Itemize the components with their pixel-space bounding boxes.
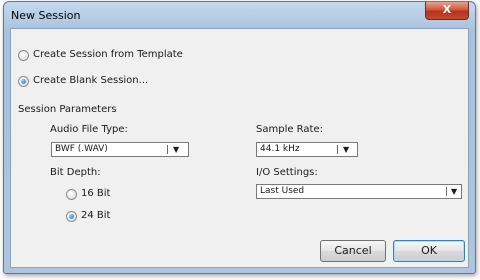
audio-file-type-value: BWF (.WAV)	[55, 144, 108, 154]
option-blank-session-label[interactable]: Create Blank Session...	[33, 75, 148, 86]
close-button[interactable]: X	[425, 2, 469, 20]
bit-depth-24-label[interactable]: 24 Bit	[81, 210, 110, 221]
chevron-down-icon: ▼	[451, 187, 458, 196]
chevron-down-icon: ▼	[343, 145, 350, 154]
dropdown-separator	[337, 145, 338, 154]
sample-rate-label: Sample Rate:	[256, 124, 323, 135]
title-bar[interactable]: New Session X	[4, 2, 475, 28]
radio-blank-session[interactable]	[18, 76, 29, 87]
sample-rate-dropdown[interactable]: 44.1 kHz ▼	[256, 142, 358, 157]
audio-file-type-dropdown[interactable]: BWF (.WAV) ▼	[51, 142, 189, 157]
io-settings-value: Last Used	[260, 186, 305, 196]
dropdown-separator	[446, 187, 447, 196]
dialog-title: New Session	[11, 9, 81, 22]
radio-from-template[interactable]	[18, 50, 29, 61]
close-icon: X	[442, 3, 452, 16]
radio-24-bit[interactable]	[66, 211, 77, 222]
dialog-body: Create Session from Template Create Blan…	[10, 28, 469, 268]
bit-depth-16-label[interactable]: 16 Bit	[81, 188, 110, 199]
radio-16-bit[interactable]	[66, 189, 77, 200]
io-settings-dropdown[interactable]: Last Used ▼	[256, 184, 462, 199]
chevron-down-icon: ▼	[173, 145, 180, 154]
io-settings-label: I/O Settings:	[256, 167, 318, 178]
audio-file-type-label: Audio File Type:	[50, 124, 128, 135]
dropdown-separator	[167, 145, 168, 154]
bit-depth-label: Bit Depth:	[50, 167, 101, 178]
section-heading-session-parameters: Session Parameters	[18, 104, 117, 115]
cancel-button[interactable]: Cancel	[320, 240, 386, 262]
new-session-dialog: New Session X Create Session from Templa…	[3, 1, 476, 274]
ok-button[interactable]: OK	[393, 240, 465, 262]
option-from-template-label[interactable]: Create Session from Template	[33, 49, 183, 60]
sample-rate-value: 44.1 kHz	[260, 144, 300, 154]
